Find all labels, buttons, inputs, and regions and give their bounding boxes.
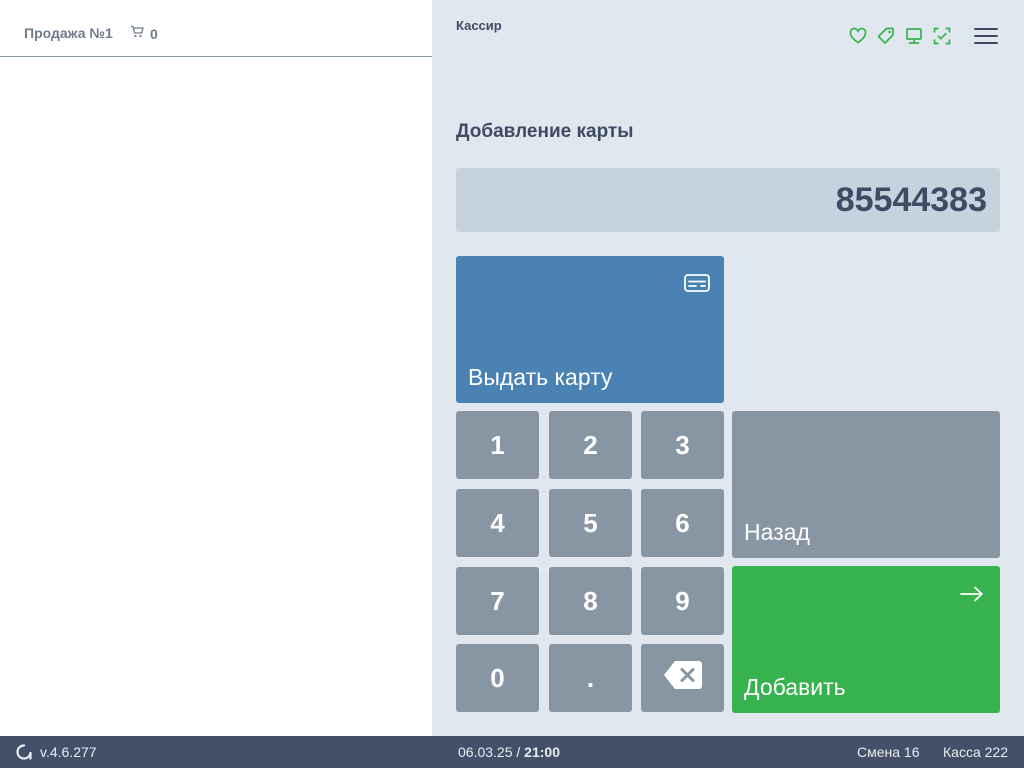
back-button[interactable]: Назад bbox=[732, 411, 1000, 558]
cashier-panel: Кассир Добавление карты 85544383 Выдать … bbox=[432, 0, 1024, 736]
key-6[interactable]: 6 bbox=[641, 489, 724, 557]
key-1[interactable]: 1 bbox=[456, 411, 539, 479]
scan-check-icon[interactable] bbox=[932, 26, 952, 46]
key-dot[interactable]: . bbox=[549, 644, 632, 712]
backspace-icon bbox=[663, 659, 703, 698]
register-number: Касса 222 bbox=[943, 744, 1008, 760]
cart-count: 0 bbox=[150, 26, 158, 42]
tag-icon[interactable] bbox=[876, 26, 896, 46]
add-button[interactable]: Добавить bbox=[732, 566, 1000, 713]
cashier-role: Кассир bbox=[456, 18, 502, 33]
monitor-icon[interactable] bbox=[904, 26, 924, 46]
key-8[interactable]: 8 bbox=[549, 567, 632, 635]
card-number-field[interactable]: 85544383 bbox=[456, 168, 1000, 232]
date-time-separator: / bbox=[516, 744, 521, 760]
key-7[interactable]: 7 bbox=[456, 567, 539, 635]
status-icons bbox=[848, 26, 952, 46]
card-icon bbox=[684, 274, 710, 297]
key-5[interactable]: 5 bbox=[549, 489, 632, 557]
key-9[interactable]: 9 bbox=[641, 567, 724, 635]
sale-title[interactable]: Продажа №1 bbox=[24, 25, 113, 41]
date-time: 06.03.25 / 21:00 bbox=[458, 744, 560, 760]
app-version: v.4.6.277 bbox=[40, 744, 97, 760]
cart-indicator[interactable]: 0 bbox=[130, 25, 158, 43]
issue-card-label: Выдать карту bbox=[468, 364, 613, 390]
status-bar: v.4.6.277 06.03.25 / 21:00 Смена 16 Касс… bbox=[0, 736, 1024, 768]
menu-icon bbox=[974, 28, 998, 30]
backspace-button[interactable] bbox=[641, 644, 724, 712]
date: 06.03.25 bbox=[458, 744, 513, 760]
add-label: Добавить bbox=[744, 674, 846, 700]
sale-header: Продажа №1 0 bbox=[0, 0, 432, 57]
back-label: Назад bbox=[744, 519, 810, 545]
app-logo-icon bbox=[16, 744, 32, 763]
cart-icon bbox=[130, 25, 144, 43]
shift-number: Смена 16 bbox=[857, 744, 920, 760]
heart-icon[interactable] bbox=[848, 26, 868, 46]
key-3[interactable]: 3 bbox=[641, 411, 724, 479]
key-4[interactable]: 4 bbox=[456, 489, 539, 557]
time: 21:00 bbox=[524, 744, 560, 760]
menu-button[interactable] bbox=[972, 25, 1000, 47]
form-title: Добавление карты bbox=[456, 121, 634, 142]
arrow-right-icon bbox=[960, 586, 984, 607]
issue-card-button[interactable]: Выдать карту bbox=[456, 256, 724, 403]
key-0[interactable]: 0 bbox=[456, 644, 539, 712]
sale-panel: Продажа №1 0 bbox=[0, 0, 432, 736]
key-2[interactable]: 2 bbox=[549, 411, 632, 479]
